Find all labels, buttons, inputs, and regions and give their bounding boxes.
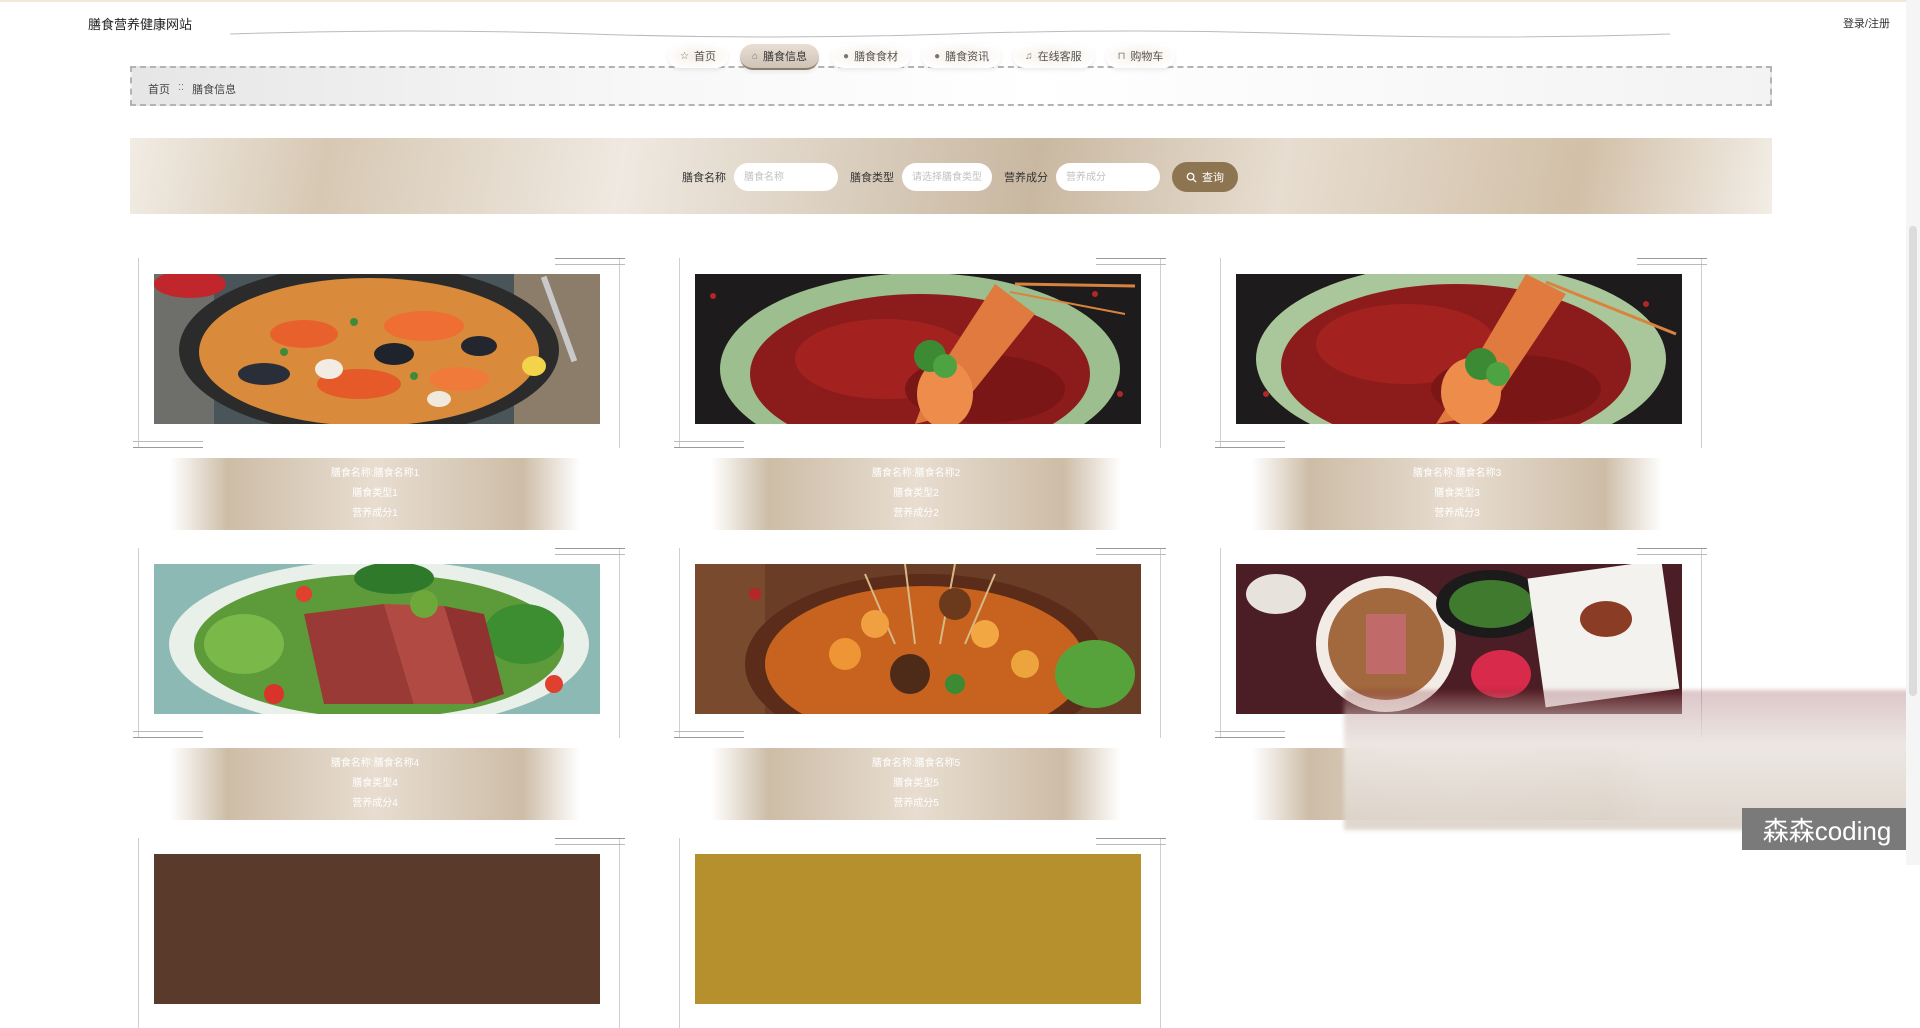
beef-salad-photo[interactable] bbox=[154, 564, 600, 714]
diet-type: 膳食类型4 bbox=[352, 778, 398, 789]
nav-item-diet-info[interactable]: ⌂ 膳食信息 bbox=[739, 44, 820, 70]
diet-nutrition: 营养成分4 bbox=[352, 798, 398, 809]
breadcrumb: 首页 :: 膳食信息 bbox=[148, 81, 236, 97]
search-icon bbox=[1186, 172, 1197, 183]
dish-photo[interactable] bbox=[154, 854, 600, 1004]
nav-item-label: 膳食资讯 bbox=[945, 51, 990, 63]
diet-nutrition: 营养成分2 bbox=[893, 508, 939, 519]
diet-type: 膳食类型5 bbox=[893, 778, 939, 789]
diet-name: 膳食名称:膳食名称3 bbox=[1412, 468, 1502, 479]
nav-item-label: 首页 bbox=[693, 51, 716, 63]
nav-item-ingredients[interactable]: ● 膳食食材 bbox=[831, 44, 911, 68]
home-icon: ☆ bbox=[680, 50, 689, 62]
card-info: 膳食名称:膳食名称5 膳食类型5 营养成分5 bbox=[711, 748, 1121, 820]
diet-nutrition: 营养成分3 bbox=[1434, 508, 1480, 519]
nav-item-label: 在线客服 bbox=[1037, 51, 1082, 63]
diet-type: 膳食类型2 bbox=[893, 488, 939, 499]
site-title: 膳食营养健康网站 bbox=[88, 17, 193, 32]
info-icon: ● bbox=[843, 50, 850, 62]
nav-item-cart[interactable]: ⊓ 购物车 bbox=[1105, 44, 1176, 68]
nav-item-online-service[interactable]: ♫ 在线客服 bbox=[1013, 44, 1094, 68]
diet-type: 膳食类型1 bbox=[352, 488, 398, 499]
login-register-link[interactable]: 登录/注册 bbox=[1843, 15, 1890, 31]
diet-name: 膳食名称:膳食名称1 bbox=[330, 468, 420, 479]
nav-item-home[interactable]: ☆ 首页 bbox=[668, 44, 728, 68]
spicy-lobster-photo[interactable] bbox=[695, 274, 1141, 424]
breadcrumb-home[interactable]: 首页 bbox=[148, 81, 170, 97]
cart-icon: ⊓ bbox=[1117, 50, 1126, 62]
header-wave-decoration bbox=[230, 30, 1670, 44]
nav-item-news[interactable]: ● 膳食资讯 bbox=[922, 44, 1002, 68]
search-form: 膳食名称 膳食类型 营养成分 查询 bbox=[682, 162, 1238, 192]
diet-nutrition: 营养成分1 bbox=[352, 508, 398, 519]
headset-icon: ♫ bbox=[1025, 50, 1033, 62]
breadcrumb-current: 膳食信息 bbox=[192, 84, 237, 96]
diet-name: 膳食名称:膳食名称2 bbox=[871, 468, 961, 479]
card-info: 膳食名称:膳食名称3 膳食类型3 营养成分3 bbox=[1252, 458, 1662, 530]
nav-item-label: 膳食食材 bbox=[854, 51, 899, 63]
watermark: 森森coding bbox=[1742, 808, 1912, 850]
scrollbar-thumb[interactable] bbox=[1909, 226, 1917, 696]
diet-name: 膳食名称:膳食名称4 bbox=[330, 758, 420, 769]
card-info: 膳食名称:膳食名称2 膳食类型2 营养成分2 bbox=[711, 458, 1121, 530]
diet-name: 膳食名称:膳食名称5 bbox=[871, 758, 961, 769]
nutrition-label: 营养成分 bbox=[1004, 172, 1048, 184]
type-select[interactable] bbox=[902, 163, 992, 191]
diet-nutrition: 营养成分5 bbox=[893, 798, 939, 809]
bag-icon: ⌂ bbox=[751, 50, 759, 62]
page-scrollbar[interactable] bbox=[1906, 0, 1920, 865]
seafood-paella-photo[interactable] bbox=[154, 274, 600, 424]
name-label: 膳食名称 bbox=[682, 172, 726, 184]
spicy-lobster-photo[interactable] bbox=[1236, 274, 1682, 424]
diet-type: 膳食类型3 bbox=[1434, 488, 1480, 499]
nav-item-label: 购物车 bbox=[1130, 51, 1164, 63]
search-button-label: 查询 bbox=[1202, 172, 1224, 184]
nutrition-search-input[interactable] bbox=[1056, 163, 1160, 191]
seafood-skewers-photo[interactable] bbox=[695, 564, 1141, 714]
top-header: 膳食营养健康网站 登录/注册 bbox=[0, 0, 1920, 44]
card-info: 膳食名称:膳食名称4 膳食类型4 营养成分4 bbox=[170, 748, 580, 820]
type-label: 膳食类型 bbox=[850, 172, 894, 184]
breadcrumb-separator: :: bbox=[178, 81, 185, 93]
nav-item-label: 膳食信息 bbox=[763, 51, 808, 63]
dish-photo[interactable] bbox=[695, 854, 1141, 1004]
search-button[interactable]: 查询 bbox=[1172, 162, 1238, 192]
card-info: 膳食名称:膳食名称1 膳食类型1 营养成分1 bbox=[170, 458, 580, 530]
info-icon: ● bbox=[934, 50, 941, 62]
main-nav: ☆ 首页 ⌂ 膳食信息 ● 膳食食材 ● 膳食资讯 ♫ 在线客服 ⊓ 购物车 bbox=[668, 44, 1176, 70]
breadcrumb-bar: 首页 :: 膳食信息 bbox=[130, 66, 1772, 106]
name-search-input[interactable] bbox=[734, 163, 838, 191]
